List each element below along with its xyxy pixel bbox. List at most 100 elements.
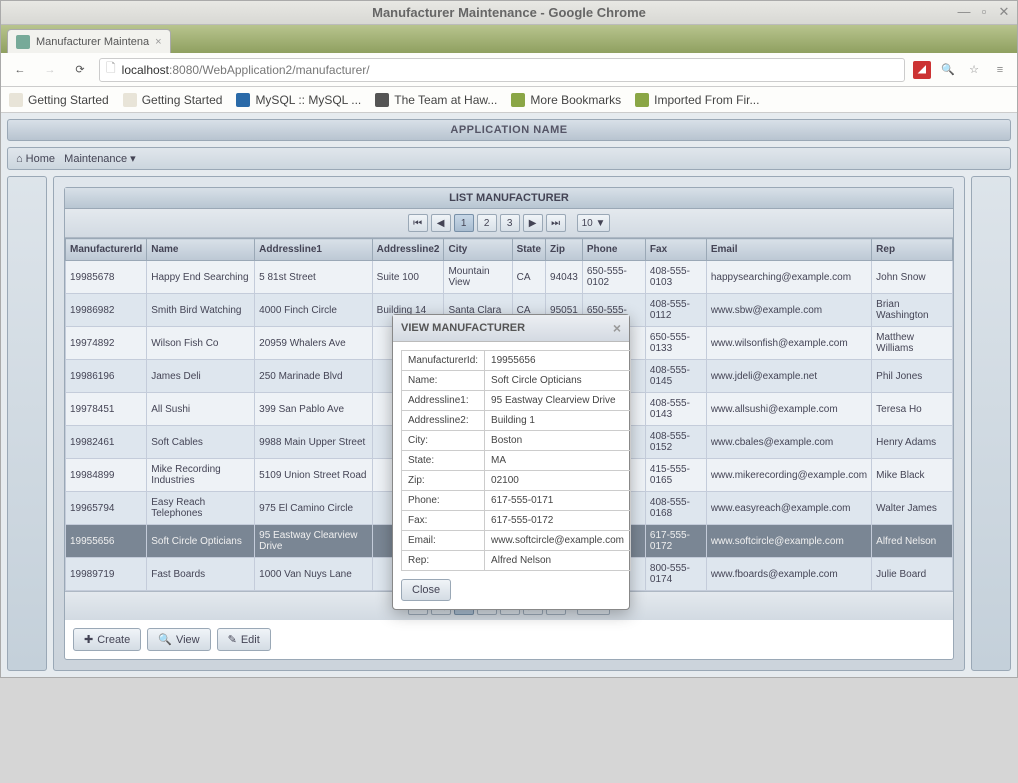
cell: www.cbales@example.com: [706, 426, 871, 459]
dialog-close-icon[interactable]: ×: [613, 320, 621, 336]
bookmark-label: Imported From Fir...: [654, 93, 759, 107]
breadcrumb-maintenance[interactable]: Maintenance ▾: [64, 152, 136, 165]
table-row[interactable]: 19985678Happy End Searching5 81st Street…: [66, 261, 953, 294]
cell: 250 Marinade Blvd: [255, 360, 373, 393]
bookmark-item[interactable]: Imported From Fir...: [635, 93, 759, 107]
cell: 19982461: [66, 426, 147, 459]
cell: 800-555-0174: [645, 558, 706, 591]
close-icon[interactable]: ✕: [997, 5, 1011, 19]
detail-value: 617-555-0172: [485, 511, 631, 531]
page-icon: 🗋: [106, 59, 116, 80]
column-header[interactable]: Rep: [872, 239, 953, 261]
cell: 650-555-0102: [582, 261, 645, 294]
column-header[interactable]: Name: [147, 239, 255, 261]
chevron-down-icon: ▾: [130, 152, 136, 165]
column-header[interactable]: City: [444, 239, 512, 261]
detail-key: Name:: [402, 371, 485, 391]
column-header[interactable]: Addressline1: [255, 239, 373, 261]
cell: Henry Adams: [872, 426, 953, 459]
cell: Easy Reach Telephones: [147, 492, 255, 525]
pager-page-3[interactable]: 3: [500, 214, 520, 232]
detail-key: State:: [402, 451, 485, 471]
cell: 19989719: [66, 558, 147, 591]
cell: Mountain View: [444, 261, 512, 294]
column-header[interactable]: ManufacturerId: [66, 239, 147, 261]
cell: Soft Circle Opticians: [147, 525, 255, 558]
dialog-header[interactable]: VIEW MANUFACTURER ×: [393, 315, 629, 342]
back-button[interactable]: ←: [9, 59, 31, 81]
pager-last[interactable]: ⏭: [546, 214, 566, 232]
cell: 408-555-0152: [645, 426, 706, 459]
tab-close-icon[interactable]: ×: [155, 36, 161, 48]
detail-row: Email:www.softcircle@example.com: [402, 531, 631, 551]
cell: 19985678: [66, 261, 147, 294]
bookmark-star-icon[interactable]: ☆: [965, 61, 983, 79]
bookmark-item[interactable]: Getting Started: [9, 93, 109, 107]
cell: Wilson Fish Co: [147, 327, 255, 360]
cell: www.allsushi@example.com: [706, 393, 871, 426]
detail-value: 617-555-0171: [485, 491, 631, 511]
bookmark-label: Getting Started: [142, 93, 223, 107]
breadcrumb-home[interactable]: ⌂ Home: [16, 153, 55, 165]
column-header[interactable]: Email: [706, 239, 871, 261]
maximize-icon[interactable]: ▫: [977, 5, 991, 19]
cell: 19984899: [66, 459, 147, 492]
cell: 408-555-0145: [645, 360, 706, 393]
bookmark-icon: [511, 93, 525, 107]
cell: Phil Jones: [872, 360, 953, 393]
bookmark-item[interactable]: MySQL :: MySQL ...: [236, 93, 361, 107]
bookmark-item[interactable]: More Bookmarks: [511, 93, 621, 107]
pager-page-1[interactable]: 1: [454, 214, 474, 232]
column-header[interactable]: Addressline2: [372, 239, 444, 261]
url-input[interactable]: 🗋 localhost:8080/WebApplication2/manufac…: [99, 58, 905, 82]
detail-key: Email:: [402, 531, 485, 551]
detail-key: Rep:: [402, 551, 485, 571]
detail-value: MA: [485, 451, 631, 471]
view-button[interactable]: 🔍 View: [147, 628, 210, 651]
cell: 20959 Whalers Ave: [255, 327, 373, 360]
pager-first[interactable]: ⏮: [408, 214, 428, 232]
browser-tabstrip: Manufacturer Maintena ×: [1, 25, 1017, 53]
detail-row: City:Boston: [402, 431, 631, 451]
close-button[interactable]: Close: [401, 579, 451, 601]
column-header[interactable]: Fax: [645, 239, 706, 261]
extension-icon[interactable]: ◢: [913, 61, 931, 79]
cell: 5 81st Street: [255, 261, 373, 294]
column-header[interactable]: Phone: [582, 239, 645, 261]
cell: John Snow: [872, 261, 953, 294]
detail-row: State:MA: [402, 451, 631, 471]
forward-button[interactable]: →: [39, 59, 61, 81]
browser-toolbar: ← → ⟳ 🗋 localhost:8080/WebApplication2/m…: [1, 53, 1017, 87]
cell: 408-555-0168: [645, 492, 706, 525]
browser-tab[interactable]: Manufacturer Maintena ×: [7, 29, 171, 53]
cell: 408-555-0143: [645, 393, 706, 426]
pager-prev[interactable]: ◀: [431, 214, 451, 232]
cell: happysearching@example.com: [706, 261, 871, 294]
cell: Julie Board: [872, 558, 953, 591]
detail-table: ManufacturerId:19955656Name:Soft Circle …: [401, 350, 631, 571]
detail-value: Soft Circle Opticians: [485, 371, 631, 391]
window-title: Manufacturer Maintenance - Google Chrome: [372, 5, 646, 20]
zoom-icon[interactable]: 🔍: [939, 61, 957, 79]
app-header: APPLICATION NAME: [7, 119, 1011, 141]
bookmark-item[interactable]: Getting Started: [123, 93, 223, 107]
edit-button[interactable]: ✎ Edit: [217, 628, 271, 651]
pager-page-2[interactable]: 2: [477, 214, 497, 232]
detail-key: Fax:: [402, 511, 485, 531]
pager-size-select[interactable]: 10 ▼: [577, 214, 611, 232]
right-sidebar: [971, 176, 1011, 671]
tab-title: Manufacturer Maintena: [36, 36, 149, 48]
pager-next[interactable]: ▶: [523, 214, 543, 232]
minimize-icon[interactable]: —: [957, 5, 971, 19]
create-button[interactable]: ✚ Create: [73, 628, 141, 651]
column-header[interactable]: State: [512, 239, 545, 261]
bookmark-label: Getting Started: [28, 93, 109, 107]
cell: Smith Bird Watching: [147, 294, 255, 327]
bookmark-item[interactable]: The Team at Haw...: [375, 93, 497, 107]
cell: 19965794: [66, 492, 147, 525]
menu-icon[interactable]: ≡: [991, 61, 1009, 79]
reload-button[interactable]: ⟳: [69, 59, 91, 81]
column-header[interactable]: Zip: [546, 239, 583, 261]
detail-row: Zip:02100: [402, 471, 631, 491]
panel-title: LIST MANUFACTURER: [65, 188, 953, 209]
